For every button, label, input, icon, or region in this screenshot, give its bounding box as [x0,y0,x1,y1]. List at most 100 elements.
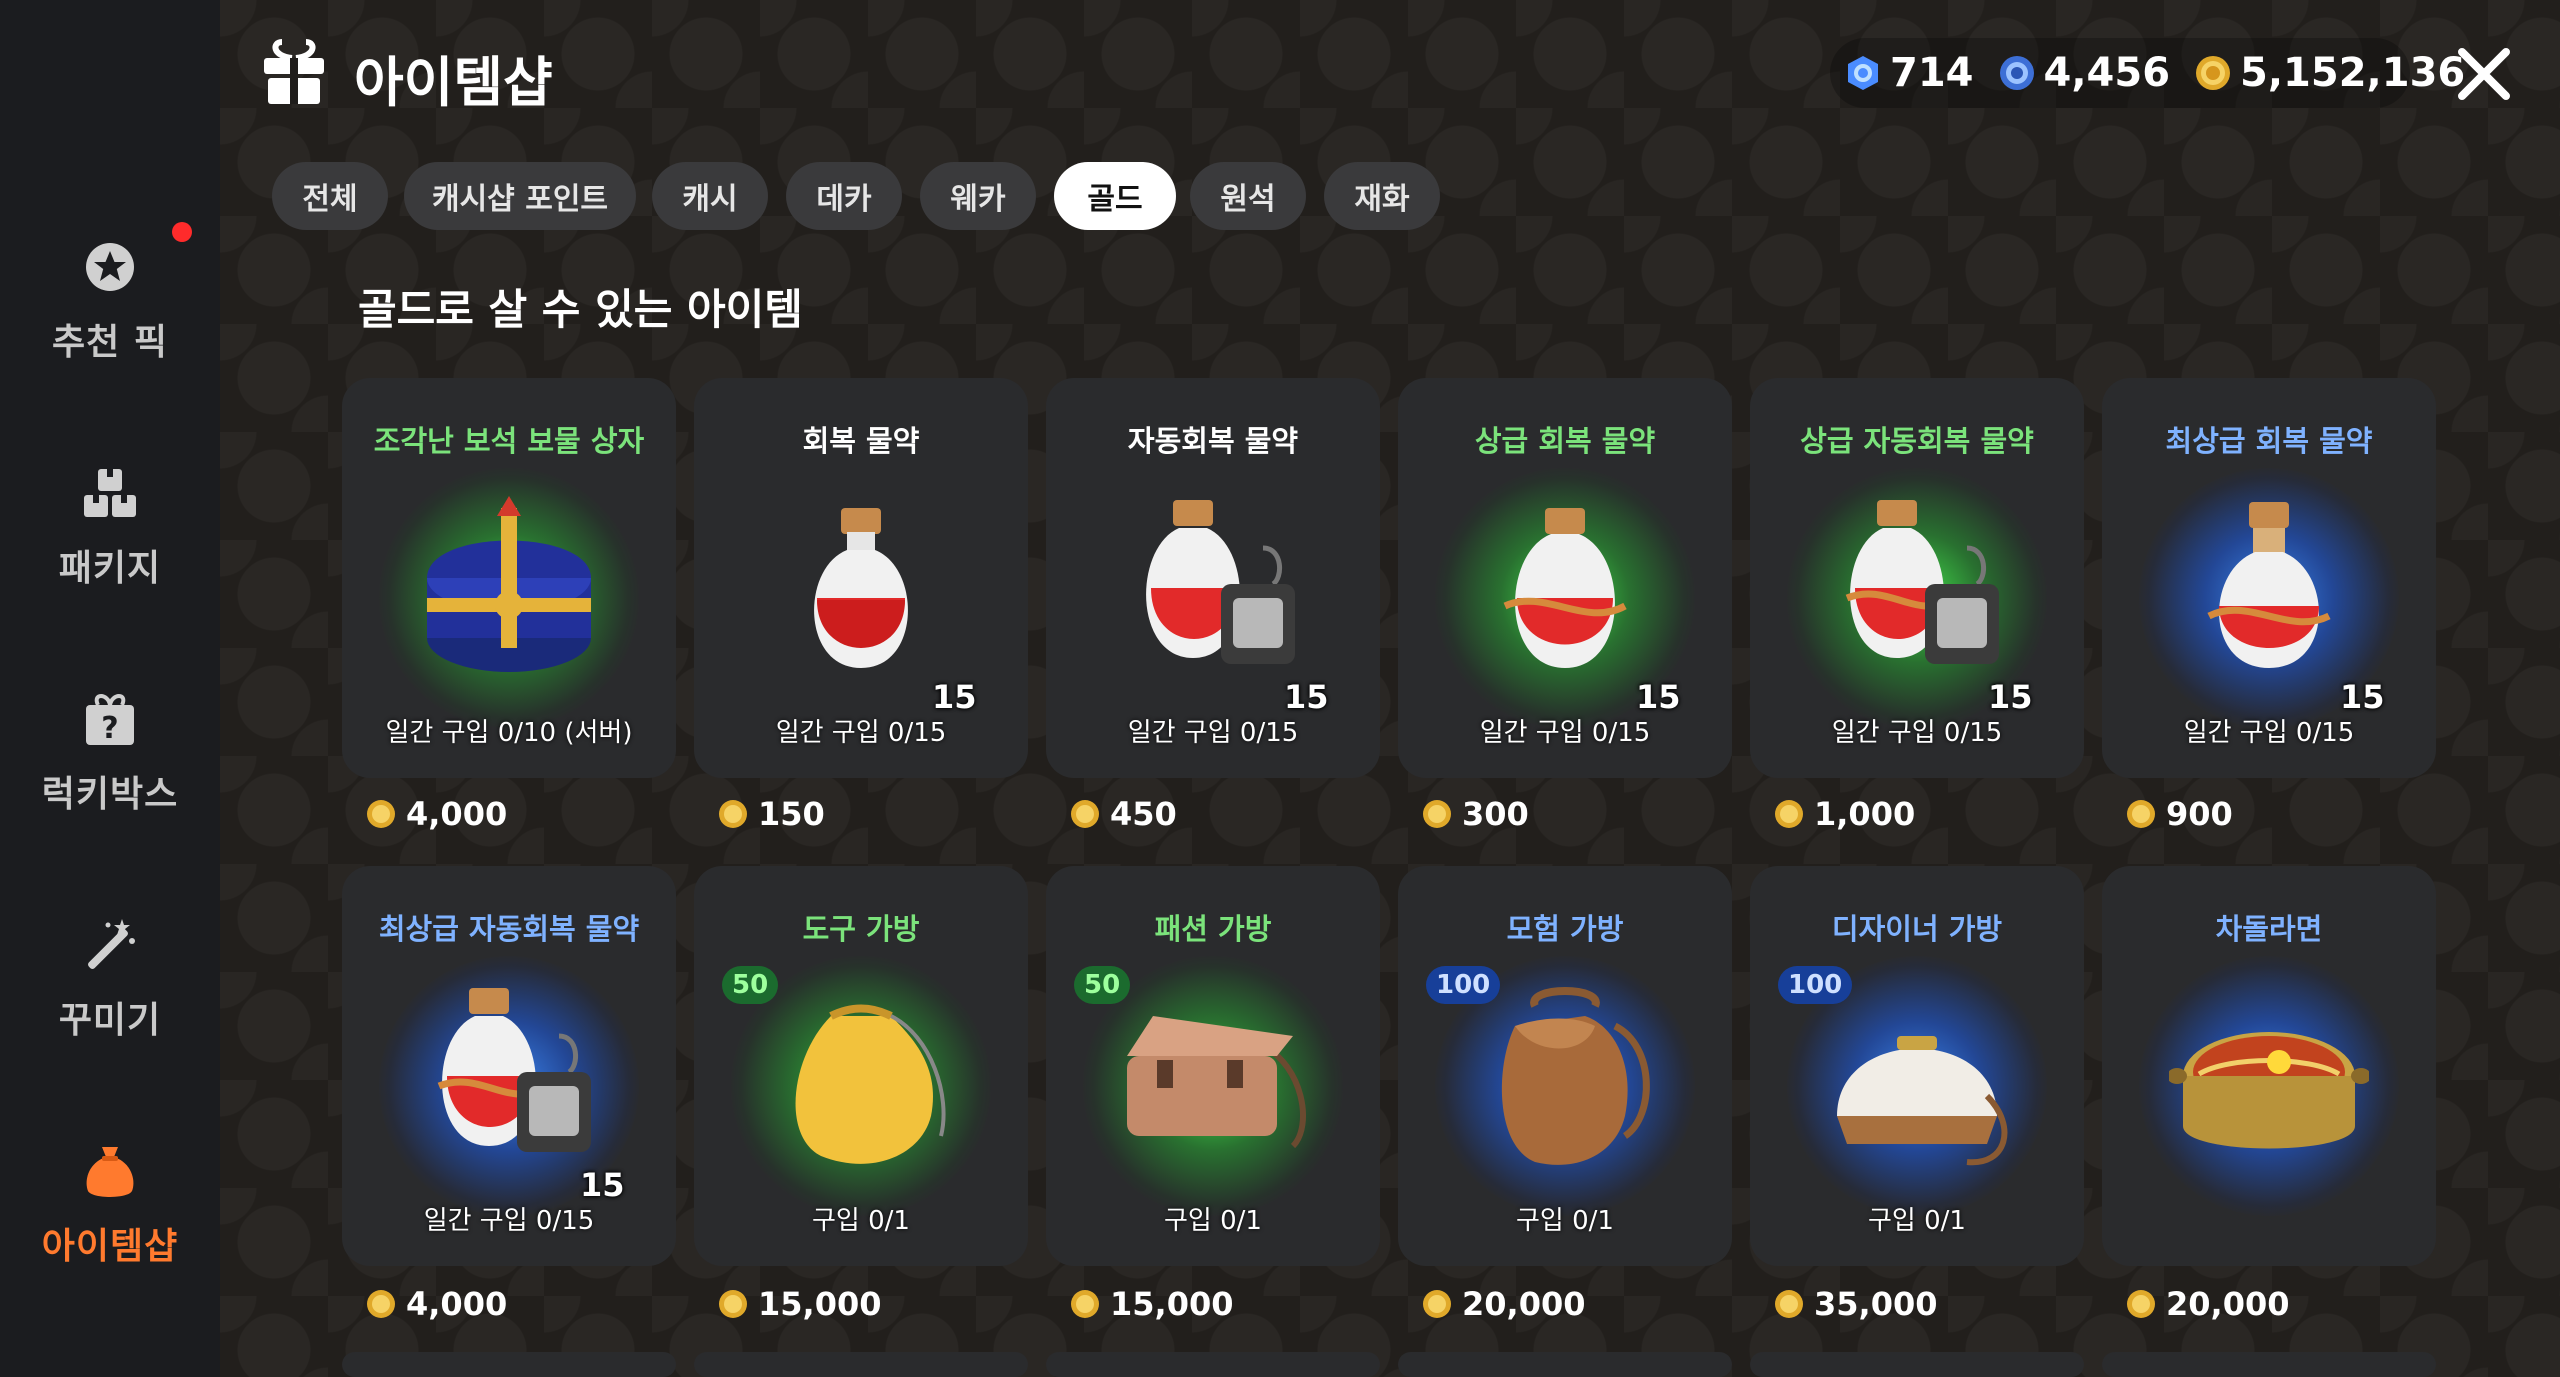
auto-potion-icon [1845,500,1999,664]
close-icon[interactable] [2452,42,2516,106]
sidebar-item-luckybox[interactable]: ? 럭키박스 [0,652,220,852]
gold-coin-icon [1423,800,1451,828]
currency-value: 5,152,136 [2240,50,2466,96]
item-card[interactable]: 최상급 회복 물약 15 일간 구입 0/15 [2102,378,2436,778]
purchase-limit: 일간 구입 0/15 [1127,718,1299,748]
designer-bag-icon [1837,1036,2008,1166]
item-card[interactable] [1750,1352,2084,1377]
sidebar-item-package[interactable]: 패키지 [0,426,220,626]
backpack-icon [1501,987,1650,1165]
gift-icon [264,39,324,104]
gold-coin-icon [1071,1290,1099,1318]
tab-weka[interactable]: 웨카 [920,162,1036,230]
item-card[interactable] [694,1352,1028,1377]
sidebar-item-decorate[interactable]: 꾸미기 [0,878,220,1078]
item-quantity: 15 [1636,678,1681,716]
section-title: 골드로 살 수 있는 아이템 [358,285,803,334]
blue-coin-icon [1999,56,2034,90]
item-card[interactable] [1046,1352,1380,1377]
item-card[interactable] [342,1352,676,1377]
purchase-limit: 구입 0/1 [1868,1206,1966,1236]
gold-coin-icon [719,800,747,828]
gold-coin-icon [1071,800,1099,828]
red-potion-icon [1503,508,1627,668]
gold-coin-icon [367,1290,395,1318]
currency-value: 4,456 [2043,50,2171,96]
boxes-icon [84,469,136,517]
drawstring-bag-icon [795,1004,946,1164]
item-name: 최상급 자동회복 물약 [378,912,640,946]
item-card[interactable] [2102,1352,2436,1377]
purchase-limit: 일간 구입 0/15 [2183,718,2355,748]
page-title: 아이템샵 [354,51,553,114]
item-name: 상급 회복 물약 [1474,424,1656,458]
item-card[interactable]: 상급 회복 물약 15 일간 구입 0/15 [1398,378,1732,778]
item-name: 차돌라면 [2215,912,2323,946]
item-name: 상급 자동회복 물약 [1800,424,2034,458]
gold-coin-icon [1775,800,1803,828]
price-value: 900 [2166,795,2233,833]
tab-gold[interactable]: 골드 [1054,162,1176,230]
bag-icon [86,1147,134,1197]
price-value: 35,000 [1814,1285,1938,1323]
tab-cashshop-point[interactable]: 캐시샵 포인트 [404,162,636,230]
gold-coin-icon [719,1290,747,1318]
item-price: 4,000 [366,1282,507,1326]
tab-gemstone[interactable]: 원석 [1190,162,1306,230]
item-quantity: 15 [1284,678,1329,716]
item-card[interactable]: 자동회복 물약 15 일간 구입 0/15 [1046,378,1380,778]
tab-goods[interactable]: 재화 [1324,162,1440,230]
item-name: 디자이너 가방 [1831,912,2003,946]
tab-all[interactable]: 전체 [272,162,388,230]
purchase-limit: 일간 구입 0/10 (서버) [385,718,633,748]
blue-gem-icon [1848,56,1878,90]
item-price: 15,000 [718,1282,881,1326]
purchase-limit: 일간 구입 0/15 [1479,718,1651,748]
auto-potion-icon [437,988,591,1152]
price-value: 1,000 [1814,795,1916,833]
item-name: 조각난 보석 보물 상자 [373,424,645,458]
item-card[interactable]: 차돌라면 [2102,866,2436,1266]
gold-coin-icon [2196,56,2231,90]
tab-deka[interactable]: 데카 [786,162,902,230]
item-card[interactable]: 모험 가방 100 구입 0/1 [1398,866,1732,1266]
purchase-limit: 구입 0/1 [1164,1206,1262,1236]
item-card[interactable]: 디자이너 가방 100 구입 0/1 [1750,866,2084,1266]
price-value: 300 [1462,795,1529,833]
item-price: 20,000 [2126,1282,2289,1326]
item-card[interactable] [1398,1352,1732,1377]
purchase-limit: 일간 구입 0/15 [423,1206,595,1236]
red-potion-icon [814,508,908,668]
purchase-limit: 일간 구입 0/15 [775,718,947,748]
item-price: 4,000 [366,792,507,836]
item-price: 900 [2126,792,2233,836]
currency-blue-coin: 4,456 [1998,50,2171,96]
magic-wand-icon [88,919,135,969]
price-value: 4,000 [406,1285,508,1323]
item-card[interactable]: 도구 가방 50 구입 0/1 [694,866,1028,1266]
item-card[interactable]: 상급 자동회복 물약 15 일간 구입 0/15 [1750,378,2084,778]
sidebar-item-label: 패키지 [58,548,162,589]
svg-text:?: ? [101,711,118,746]
item-name: 자동회복 물약 [1127,424,1299,458]
item-name: 회복 물약 [802,424,920,458]
item-price: 35,000 [1774,1282,1937,1326]
sidebar-item-label: 추천 픽 [52,322,168,363]
item-quantity: 15 [932,678,977,716]
price-value: 450 [1110,795,1177,833]
tab-cash[interactable]: 캐시 [652,162,768,230]
currency-blue-gem: 714 [1844,50,1974,96]
currency-bar: 714 4,456 5,152,136 [1830,38,2465,108]
item-card[interactable]: 패션 가방 50 구입 0/1 [1046,866,1380,1266]
item-card[interactable]: 회복 물약 15 일간 구입 0/15 [694,378,1028,778]
sidebar-item-label: 아이템샵 [41,1226,179,1267]
item-card[interactable]: 최상급 자동회복 물약 15 일간 구입 0/15 [342,866,676,1266]
price-value: 20,000 [2166,1285,2290,1323]
purchase-limit: 일간 구입 0/15 [1831,718,2003,748]
item-quantity: 15 [1988,678,2033,716]
purchase-limit: 구입 0/1 [812,1206,910,1236]
mystery-box-icon: ? [86,694,134,746]
item-card[interactable]: 조각난 보석 보물 상자 일간 구입 0/10 (서버) [342,378,676,778]
item-price: 15,000 [1070,1282,1233,1326]
sidebar-item-itemshop[interactable]: 아이템샵 [0,1104,220,1304]
